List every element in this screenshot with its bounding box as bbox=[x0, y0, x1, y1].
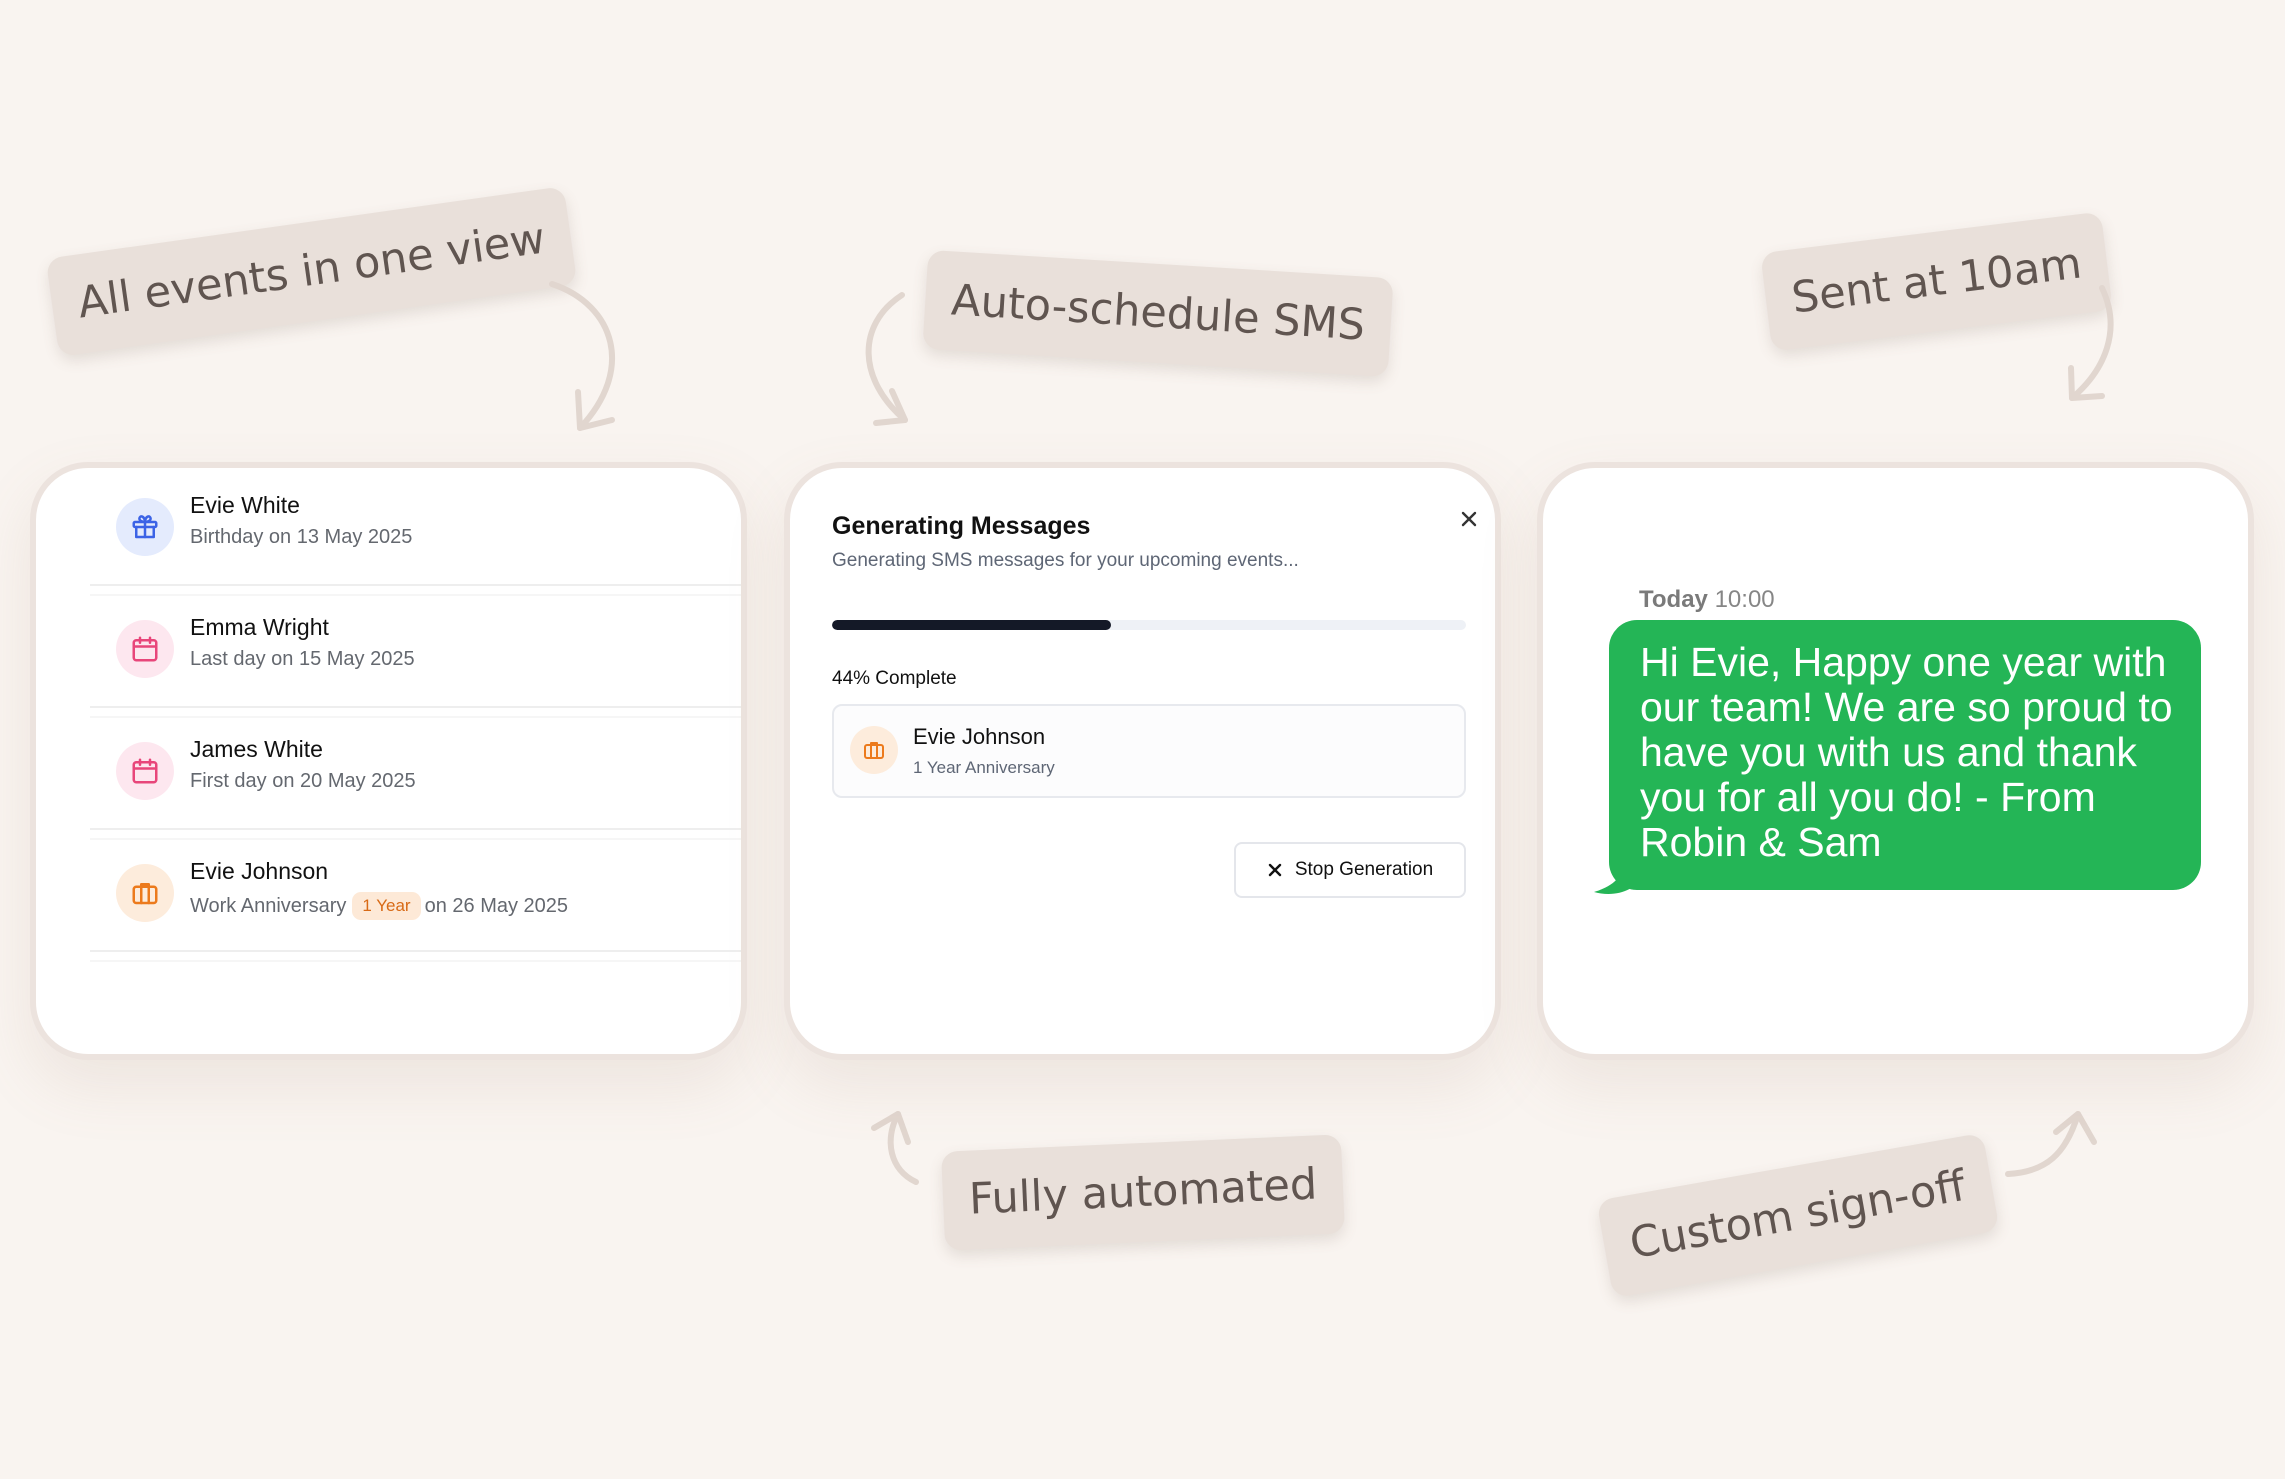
message-day: Today bbox=[1639, 586, 1708, 613]
arrow-icon bbox=[549, 281, 616, 431]
close-icon bbox=[1268, 863, 1282, 877]
progress-label: 44% Complete bbox=[832, 668, 957, 689]
event-date: on 26 May 2025 bbox=[424, 895, 569, 917]
gift-icon bbox=[116, 498, 174, 556]
current-event-name: Evie Johnson bbox=[913, 724, 1046, 749]
generating-card: Generating Messages Generating SMS messa… bbox=[784, 462, 1501, 1060]
event-description: Birthday on 13 May 2025 bbox=[190, 526, 413, 548]
stop-generation-button[interactable]: Stop Generation bbox=[1234, 842, 1466, 898]
callout-auto-schedule: Auto-schedule SMS bbox=[922, 249, 1394, 378]
events-card: Evie White Birthday on 13 May 2025 Emma … bbox=[30, 462, 747, 1060]
calendar-icon bbox=[116, 620, 174, 678]
progress-fill bbox=[832, 620, 1111, 630]
stage: All events in one view Auto-schedule SMS… bbox=[0, 0, 2285, 1479]
progress-bar bbox=[832, 620, 1466, 630]
message-time: 10:00 bbox=[1714, 586, 1775, 613]
event-name: James White bbox=[190, 736, 323, 762]
event-description: First day on 20 May 2025 bbox=[190, 770, 416, 792]
list-item[interactable]: James White First day on 20 May 2025 bbox=[90, 718, 741, 840]
callout-fully-automated: Fully automated bbox=[941, 1134, 1346, 1251]
current-event-subtitle: 1 Year Anniversary bbox=[913, 758, 1055, 777]
modal-title: Generating Messages bbox=[832, 512, 1091, 540]
modal-subtitle: Generating SMS messages for your upcomin… bbox=[832, 550, 1299, 571]
event-description: Last day on 15 May 2025 bbox=[190, 648, 415, 670]
callout-custom-signoff: Custom sign-off bbox=[1596, 1132, 2000, 1299]
event-name: Evie Johnson bbox=[190, 858, 329, 884]
calendar-icon bbox=[116, 742, 174, 800]
arrow-icon bbox=[865, 292, 908, 426]
event-name: Evie White bbox=[190, 492, 300, 518]
list-item[interactable]: Emma Wright Last day on 15 May 2025 bbox=[90, 596, 741, 718]
briefcase-icon bbox=[850, 726, 898, 774]
list-item[interactable]: Evie Johnson Work Anniversary 1 Year on 26… bbox=[90, 840, 741, 962]
list-item[interactable]: Evie White Birthday on 13 May 2025 bbox=[90, 474, 741, 596]
sms-card: Today 10:00 Hi Evie, Happy one year with… bbox=[1537, 462, 2254, 1060]
event-name: Emma Wright bbox=[190, 614, 329, 640]
message-timestamp: Today 10:00 bbox=[1639, 586, 1775, 614]
stop-generation-label: Stop Generation bbox=[1294, 859, 1434, 880]
current-event-item: Evie Johnson 1 Year Anniversary bbox=[832, 704, 1466, 798]
event-description: Work Anniversary 1 Year on 26 May 2025 bbox=[190, 892, 568, 920]
arrow-icon bbox=[2068, 285, 2114, 401]
arrow-icon bbox=[871, 1111, 919, 1185]
arrow-icon bbox=[2005, 1111, 2097, 1177]
callout-all-events: All events in one view bbox=[45, 186, 578, 357]
close-button[interactable] bbox=[1454, 504, 1484, 534]
event-type: Work Anniversary bbox=[190, 895, 347, 917]
briefcase-icon bbox=[116, 864, 174, 922]
anniversary-badge: 1 Year bbox=[352, 892, 421, 920]
sms-bubble: Hi Evie, Happy one year with our team! W… bbox=[1609, 620, 2201, 890]
close-icon bbox=[1461, 511, 1477, 527]
